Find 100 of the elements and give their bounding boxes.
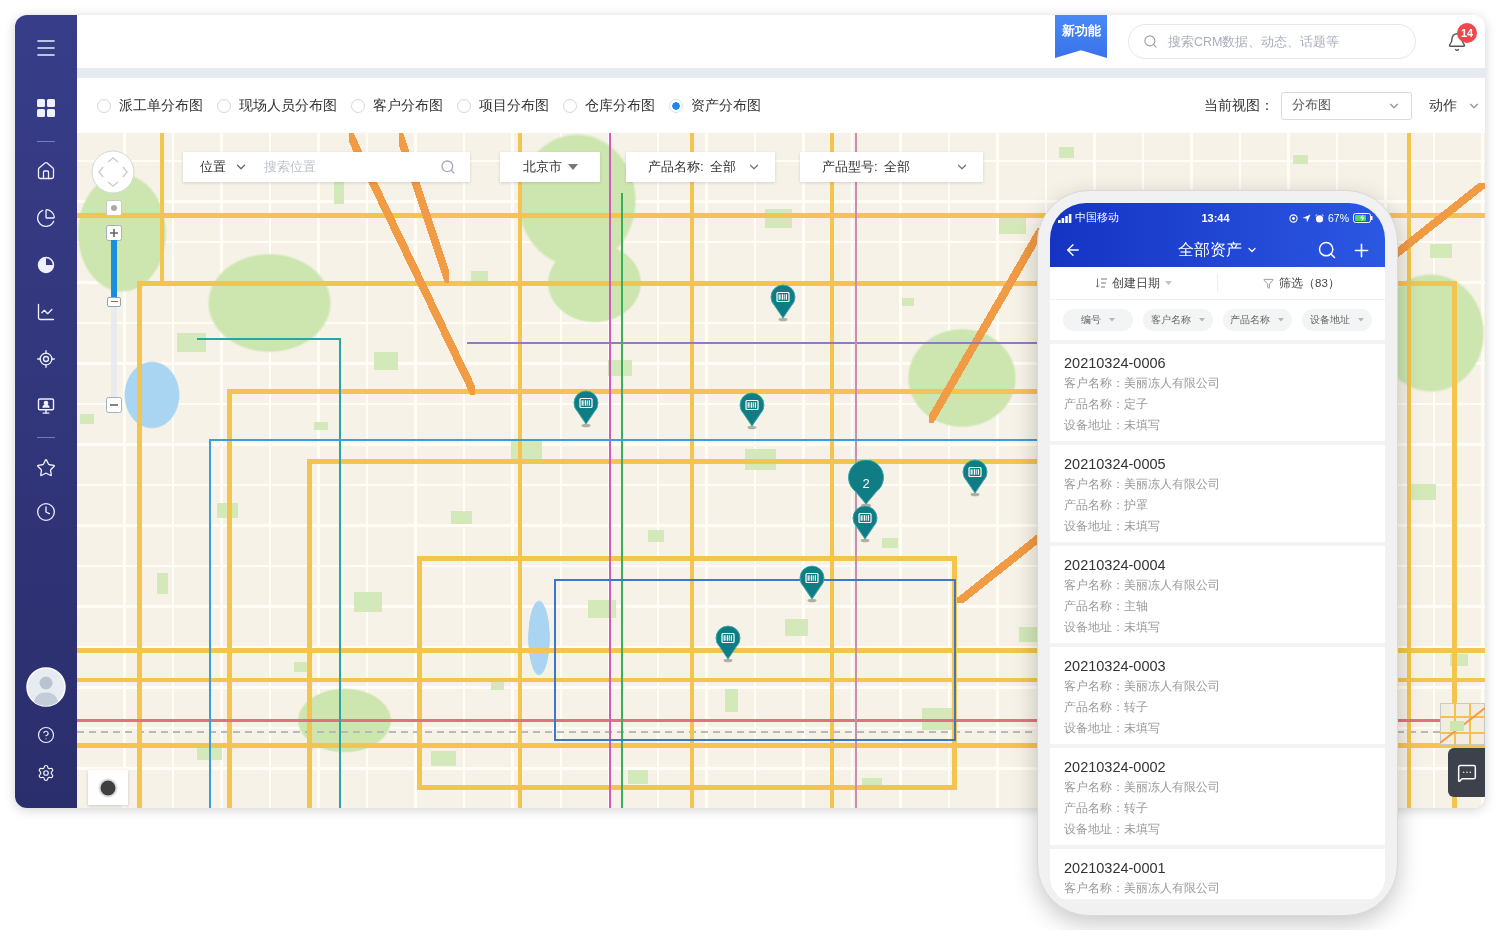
cluster-marker[interactable]: 2 (848, 460, 884, 508)
record-field: 设备地址：未填写 (1064, 718, 1371, 739)
filled-circle-icon (98, 777, 118, 798)
view-option[interactable]: 现场人员分布图 (217, 96, 337, 115)
column-filter-chip[interactable]: 客户名称 (1142, 309, 1213, 331)
record-card[interactable]: 20210324-0002 客户名称：美丽冻人有限公司 产品名称：转子 设备地址：未填写 (1050, 748, 1385, 845)
location-search-field[interactable]: 搜索位置 (258, 152, 470, 182)
map-marker-icon[interactable] (799, 565, 825, 603)
map-marker-icon[interactable] (739, 392, 765, 430)
caret-icon (1358, 318, 1365, 322)
record-field: 客户名称：美丽冻人有限公司 (1064, 474, 1371, 495)
record-field: 产品名称：护罩 (1064, 495, 1371, 516)
record-field: 客户名称：美丽冻人有限公司 (1064, 878, 1371, 899)
caret-icon (1278, 318, 1285, 322)
battery-level: 67% (1328, 212, 1349, 224)
alarm-icon (1315, 213, 1324, 223)
monitor-icon[interactable] (36, 395, 56, 416)
map-marker-icon[interactable] (770, 284, 796, 322)
column-filter-chip[interactable]: 产品名称 (1222, 309, 1293, 331)
record-id: 20210324-0003 (1064, 657, 1167, 676)
record-field: 客户名称：美丽冻人有限公司 (1064, 575, 1371, 596)
actions-menu[interactable]: 动作 (1429, 96, 1481, 115)
view-select[interactable]: 分布图 (1281, 91, 1412, 120)
record-card[interactable]: 20210324-0004 客户名称：美丽冻人有限公司 产品名称：主轴 设备地址：未填写 (1050, 546, 1385, 643)
map-marker-icon[interactable] (715, 625, 741, 663)
scope-dropdown[interactable]: 位置 (183, 152, 258, 182)
carrier-name: 中国移动 (1075, 211, 1119, 225)
caret-icon (1164, 280, 1172, 286)
chat-button[interactable] (1448, 748, 1485, 797)
view-option[interactable]: 派工单分布图 (97, 96, 203, 115)
record-field: 产品名称：转子 (1064, 697, 1371, 718)
radio-button[interactable] (351, 98, 365, 113)
search-field[interactable]: 搜索CRM数据、动态、话题等 (1128, 24, 1416, 59)
notification-badge: 14 (1457, 22, 1478, 43)
map-marker-icon[interactable] (962, 459, 988, 497)
record-field: 产品名称：定子 (1064, 394, 1371, 415)
city-dropdown[interactable]: 北京市 (500, 152, 600, 182)
record-id: 20210324-0006 (1064, 354, 1167, 373)
clock-icon[interactable] (36, 502, 56, 522)
map-marker-icon[interactable] (573, 390, 599, 428)
record-field: 设备地址：未填写 (1064, 617, 1371, 638)
zoom-out-icon[interactable] (106, 397, 122, 413)
record-field: 产品名称：转子 (1064, 798, 1371, 819)
radio-button[interactable] (457, 98, 471, 113)
view-option[interactable]: 客户分布图 (351, 96, 443, 115)
line-chart-icon[interactable] (36, 301, 56, 322)
record-field: 客户名称：美丽冻人有限公司 (1064, 777, 1371, 798)
radio-button[interactable] (97, 98, 111, 113)
view-option[interactable]: 资产分布图 (669, 96, 761, 115)
battery-icon (1353, 213, 1373, 223)
signal-icon (1058, 213, 1072, 223)
view-option[interactable]: 仓库分布图 (563, 96, 655, 115)
column-filter-chip[interactable]: 设备地址 (1302, 309, 1372, 331)
record-id: 20210324-0004 (1064, 556, 1167, 575)
radio-button[interactable] (563, 98, 577, 113)
caret-icon (567, 164, 578, 170)
new-feature-badge[interactable]: 新功能 (1055, 15, 1107, 58)
help-icon[interactable] (37, 726, 55, 744)
home-icon[interactable] (36, 160, 56, 181)
pie-chart-icon[interactable] (36, 207, 56, 228)
pie-chart-icon[interactable] (36, 254, 56, 275)
view-option[interactable]: 项目分布图 (457, 96, 549, 115)
settings-icon[interactable] (37, 763, 55, 782)
record-field: 设备地址：未填写 (1064, 516, 1371, 537)
radio-button[interactable] (217, 98, 231, 113)
record-field: 产品名称：主轴 (1064, 596, 1371, 617)
circle-toggle-button[interactable] (88, 770, 128, 805)
record-field: 设备地址：未填写 (1064, 819, 1371, 840)
grid-icon[interactable] (37, 99, 55, 117)
star-icon[interactable] (36, 458, 56, 478)
radio-button[interactable] (669, 98, 683, 113)
zoom-slider-handle[interactable] (107, 296, 121, 307)
locate-icon[interactable] (36, 348, 56, 369)
sort-icon (1095, 278, 1107, 288)
filter-icon (1263, 277, 1275, 289)
title-dropdown[interactable]: 全部资产 (1178, 239, 1258, 261)
record-field: 客户名称：美丽冻人有限公司 (1064, 373, 1371, 394)
zoom-in-icon[interactable] (106, 225, 122, 241)
view-label: 当前视图： (1204, 96, 1274, 115)
record-card[interactable]: 20210324-0003 客户名称：美丽冻人有限公司 产品名称：转子 设备地址：未填写 (1050, 647, 1385, 744)
caret-icon (1108, 318, 1115, 322)
filter-button[interactable]: 筛选（83） (1218, 275, 1385, 291)
record-card[interactable]: 20210324-0001 客户名称：美丽冻人有限公司 (1050, 849, 1385, 899)
status-time: 13:44 (1201, 212, 1230, 224)
record-field: 设备地址：未填写 (1064, 415, 1371, 436)
map-marker-icon[interactable] (852, 505, 878, 543)
caret-icon (1198, 318, 1205, 322)
record-id: 20210324-0002 (1064, 758, 1167, 777)
search-icon[interactable] (1317, 240, 1337, 260)
sort-button[interactable]: 创建日期 (1050, 275, 1217, 291)
record-card[interactable]: 20210324-0005 客户名称：美丽冻人有限公司 产品名称：护罩 设备地址：未填写 (1050, 445, 1385, 542)
record-id: 20210324-0005 (1064, 455, 1167, 474)
chat-icon (1456, 762, 1477, 783)
record-card[interactable]: 20210324-0006 客户名称：美丽冻人有限公司 产品名称：定子 设备地址：未填写 (1050, 344, 1385, 441)
filter-dropdown[interactable]: 产品型号: 全部 (800, 152, 983, 182)
avatar-icon[interactable] (26, 667, 66, 707)
location-arrow-icon (1302, 213, 1311, 223)
column-filter-chip[interactable]: 编号 (1063, 309, 1133, 331)
filter-dropdown[interactable]: 产品名称: 全部 (626, 152, 775, 182)
record-id: 20210324-0001 (1064, 859, 1167, 878)
